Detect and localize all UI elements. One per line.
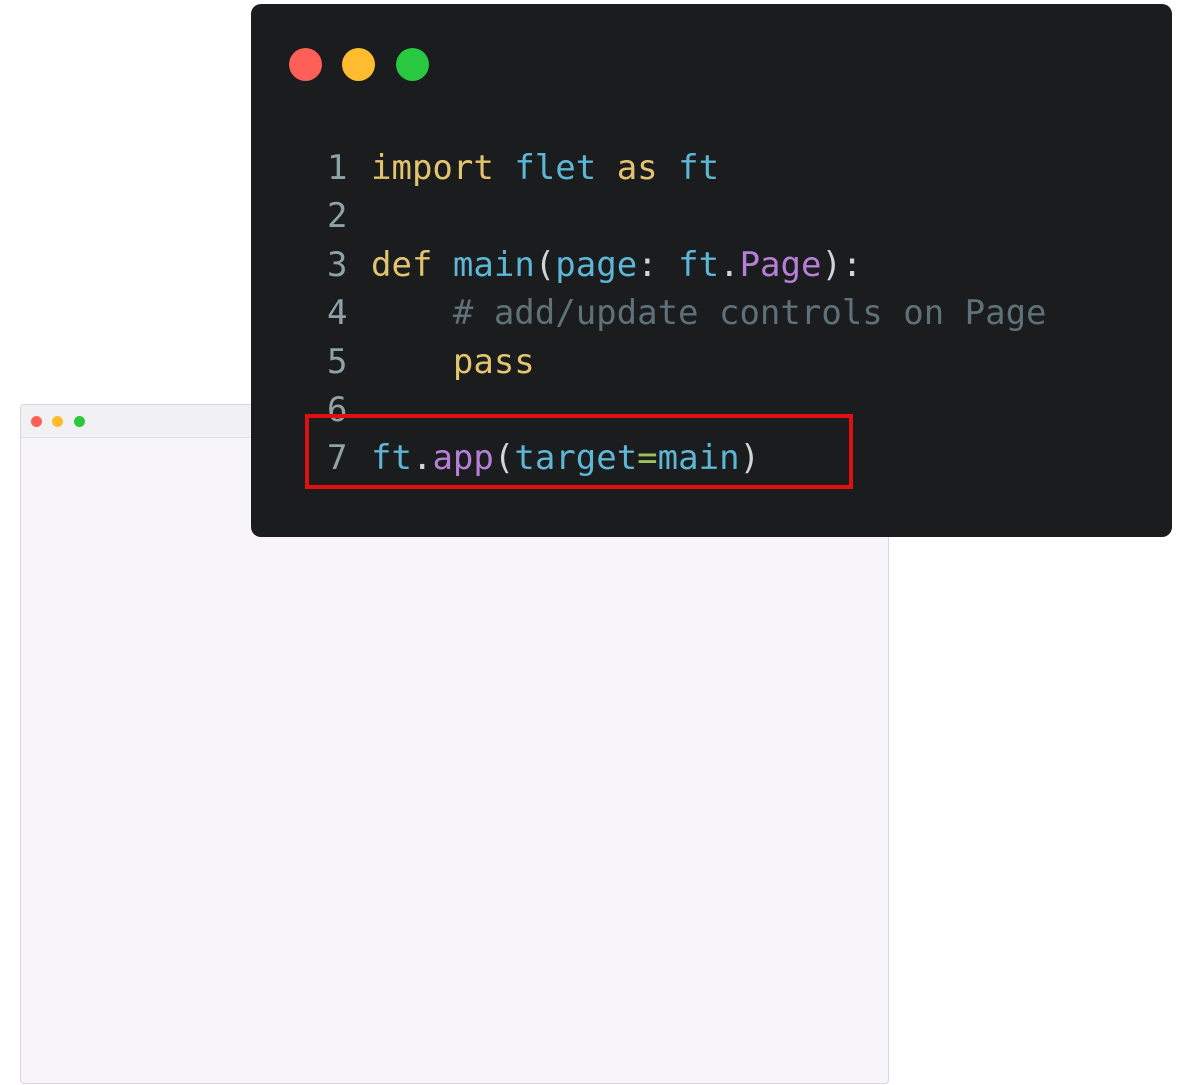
code-token: page (555, 244, 638, 285)
code-token: import (371, 148, 494, 188)
code-token: main (452, 244, 535, 285)
code-token: def (371, 244, 433, 285)
code-line: 5 pass (327, 338, 1047, 386)
editor-close-icon[interactable] (289, 48, 322, 81)
code-token: ft (678, 148, 720, 188)
code-line: 2 (327, 192, 1047, 240)
app-minimize-icon[interactable] (52, 416, 63, 427)
line-number: 2 (327, 196, 348, 237)
line-number: 4 (327, 293, 348, 334)
code-token: # add/update controls on Page (452, 293, 1047, 334)
code-token: ): (821, 244, 863, 285)
code-token: Page (739, 244, 822, 285)
code-token: . (719, 244, 740, 285)
code-line: 1 import flet as ft (327, 144, 1047, 192)
line-number: 5 (327, 341, 348, 382)
editor-minimize-icon[interactable] (342, 48, 375, 81)
code-line: 4 # add/update controls on Page (327, 289, 1047, 337)
code-token: ft (678, 244, 720, 285)
editor-zoom-icon[interactable] (396, 48, 429, 81)
app-close-icon[interactable] (31, 416, 42, 427)
code-token: : (637, 244, 679, 285)
app-zoom-icon[interactable] (74, 416, 85, 427)
line-number: 1 (327, 148, 348, 188)
highlight-box (305, 414, 853, 489)
line-number: 3 (327, 244, 348, 285)
code-token: flet (514, 148, 597, 188)
code-token: pass (452, 341, 535, 382)
code-token: as (616, 148, 658, 188)
code-line: 3 def main(page: ft. Page): (327, 241, 1047, 289)
code-token: ( (534, 244, 556, 285)
